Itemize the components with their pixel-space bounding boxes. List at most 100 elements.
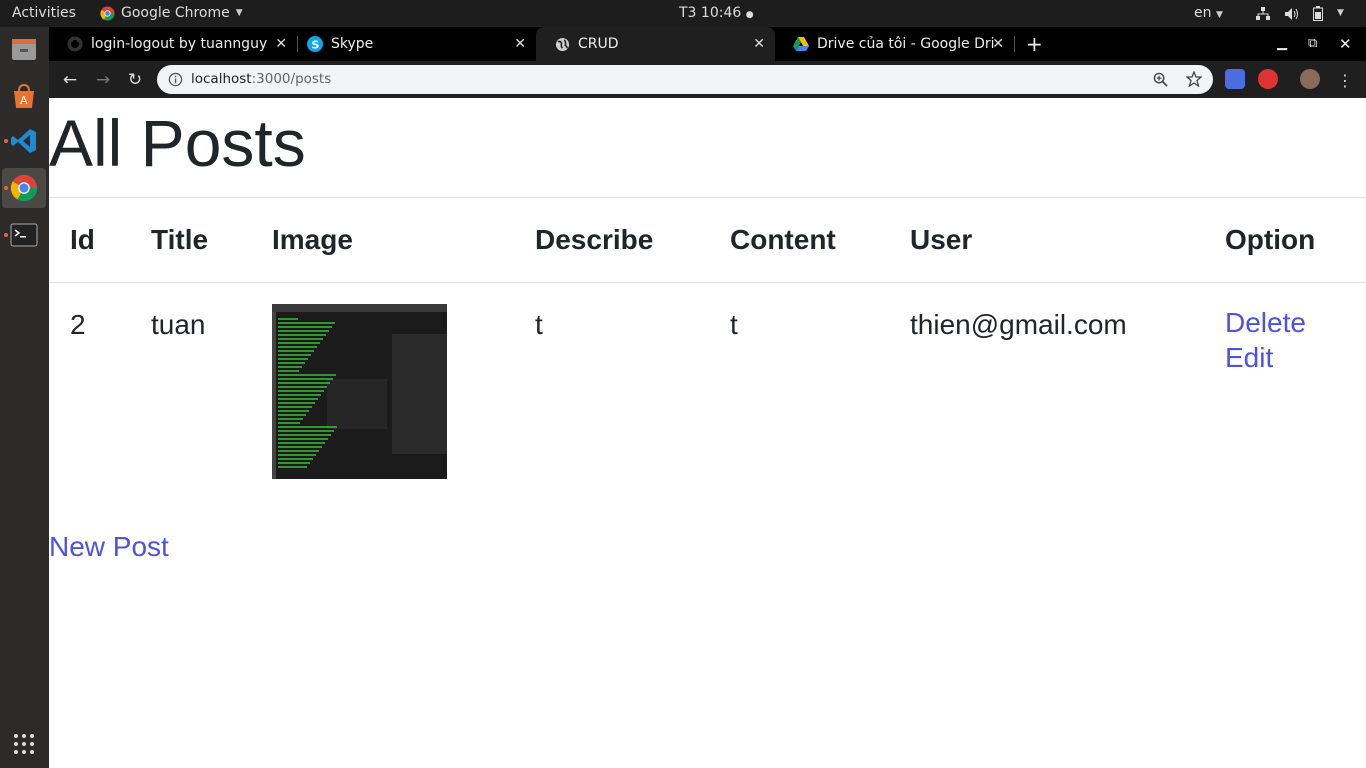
browser-toolbar: ← → ↻ localhost:3000/posts ⋮ xyxy=(49,61,1366,98)
language-selector[interactable]: en ▼ xyxy=(1194,0,1223,27)
dock-terminal[interactable] xyxy=(2,215,46,255)
thumbnail-text-line xyxy=(278,330,329,332)
cell-user: thien@gmail.com xyxy=(910,309,1127,340)
thumbnail-text-line xyxy=(278,458,313,460)
thumbnail-text-line xyxy=(278,378,333,380)
thumbnail-text-line xyxy=(278,394,321,396)
close-tab-icon[interactable]: ✕ xyxy=(514,36,526,52)
tab-crud[interactable]: CRUD ✕ xyxy=(536,27,775,61)
close-window-button[interactable]: ✕ xyxy=(1339,27,1352,61)
clock[interactable]: T3 10:46 ● xyxy=(679,0,754,27)
thumbnail-text-line xyxy=(278,318,298,320)
thumbnail-text-line xyxy=(278,418,303,420)
notification-dot-icon: ● xyxy=(745,10,754,20)
thumbnail-text-line xyxy=(278,350,314,352)
close-tab-icon[interactable]: ✕ xyxy=(753,36,765,52)
minimize-icon: ▁ xyxy=(1277,36,1287,51)
omnibox[interactable]: localhost:3000/posts xyxy=(157,65,1213,94)
table-header-row: Id Title Image Describe Content User Opt… xyxy=(49,197,1366,283)
running-indicator-icon xyxy=(4,139,8,143)
translate-extension-icon[interactable] xyxy=(1225,69,1245,89)
apps-grid-icon xyxy=(14,734,34,754)
thumbnail-text-line xyxy=(278,454,316,456)
new-post-link[interactable]: New Post xyxy=(49,531,169,563)
avatar[interactable] xyxy=(1300,69,1320,89)
clock-label: T3 10:46 xyxy=(679,5,742,21)
cell-content: t xyxy=(730,309,738,340)
dock-show-apps[interactable] xyxy=(2,724,46,764)
thumbnail-text-line xyxy=(278,386,327,388)
app-menu-label: Google Chrome xyxy=(121,5,230,21)
thumbnail-text-line xyxy=(278,466,307,468)
zoom-icon[interactable] xyxy=(1153,72,1168,87)
tab-title: Drive của tôi - Google Driv xyxy=(817,36,995,52)
thumbnail-text-line xyxy=(278,354,311,356)
chrome-menu-button[interactable]: ⋮ xyxy=(1332,67,1358,93)
cell-image xyxy=(272,283,535,500)
cell-describe: t xyxy=(535,309,543,340)
thumbnail-text-line xyxy=(278,322,335,324)
system-tray[interactable]: ▼ xyxy=(1256,0,1344,27)
google-drive-icon xyxy=(793,36,809,52)
thumbnail-text-line xyxy=(278,442,325,444)
thumbnail-text-line xyxy=(278,462,310,464)
running-indicator-icon xyxy=(4,186,8,190)
table-row: 2 tuan t t thien@gmail.com Delete Edit xyxy=(49,283,1366,500)
network-icon xyxy=(1256,6,1270,20)
dock-chrome[interactable] xyxy=(2,168,46,208)
forward-button[interactable]: → xyxy=(90,67,116,93)
language-label: en xyxy=(1194,5,1212,21)
thumbnail-text-line xyxy=(278,446,322,448)
column-header-id: Id xyxy=(49,197,151,283)
thumbnail-text-line xyxy=(278,422,300,424)
thumbnail-text-line xyxy=(278,438,328,440)
reload-button[interactable]: ↻ xyxy=(122,67,148,93)
plus-icon: + xyxy=(1026,32,1043,56)
software-center-icon: A xyxy=(14,83,34,108)
thumbnail-text-line xyxy=(278,362,305,364)
svg-text:A: A xyxy=(20,94,28,107)
restore-button[interactable]: ⧉ xyxy=(1308,27,1317,61)
dock-files[interactable] xyxy=(2,29,46,69)
close-icon: ✕ xyxy=(1339,35,1352,53)
post-image-thumbnail xyxy=(272,304,447,479)
minimize-button[interactable]: ▁ xyxy=(1277,27,1287,61)
system-top-bar: Activities Google Chrome ▼ T3 10:46 ● en… xyxy=(0,0,1366,27)
posts-table: Id Title Image Describe Content User Opt… xyxy=(49,197,1366,499)
reload-icon: ↻ xyxy=(127,70,143,90)
bookmark-star-icon[interactable] xyxy=(1186,71,1202,87)
close-tab-icon[interactable]: ✕ xyxy=(275,36,287,52)
tab-github[interactable]: login-logout by tuannguy ✕ xyxy=(49,27,297,61)
tab-skype[interactable]: S Skype ✕ xyxy=(289,27,536,61)
close-tab-icon[interactable]: ✕ xyxy=(992,36,1004,52)
terminal-icon xyxy=(10,223,38,247)
new-tab-button[interactable]: + xyxy=(1026,27,1043,61)
thumbnail-text-line xyxy=(278,342,320,344)
chevron-down-icon: ▼ xyxy=(1215,10,1223,20)
extension-badge-icon[interactable] xyxy=(1258,69,1278,89)
dock-software[interactable]: A xyxy=(2,76,46,116)
thumbnail-text-line xyxy=(278,434,331,436)
running-indicator-icon xyxy=(4,233,8,237)
thumbnail-text-line xyxy=(278,370,299,372)
thumbnail-text-line xyxy=(278,346,317,348)
info-icon xyxy=(168,72,183,87)
app-menu[interactable]: Google Chrome ▼ xyxy=(100,0,243,27)
tab-google-drive[interactable]: Drive của tôi - Google Driv ✕ xyxy=(775,27,1014,61)
activities-button[interactable]: Activities xyxy=(12,0,76,27)
cell-option: Delete Edit xyxy=(1225,283,1366,500)
column-header-user: User xyxy=(910,197,1225,283)
back-button[interactable]: ← xyxy=(57,67,83,93)
column-header-image: Image xyxy=(272,197,535,283)
tab-title: Skype xyxy=(331,36,374,52)
url-display: localhost:3000/posts xyxy=(191,65,331,94)
thumbnail-text-line xyxy=(278,326,332,328)
thumbnail-text-line xyxy=(278,450,319,452)
dock-vscode[interactable] xyxy=(2,121,46,161)
thumbnail-text-line xyxy=(278,382,330,384)
thumbnail-text-line xyxy=(278,338,323,340)
files-icon xyxy=(12,39,36,60)
github-icon xyxy=(67,36,83,52)
chrome-small-icon xyxy=(100,6,115,21)
restore-icon: ⧉ xyxy=(1308,36,1318,51)
